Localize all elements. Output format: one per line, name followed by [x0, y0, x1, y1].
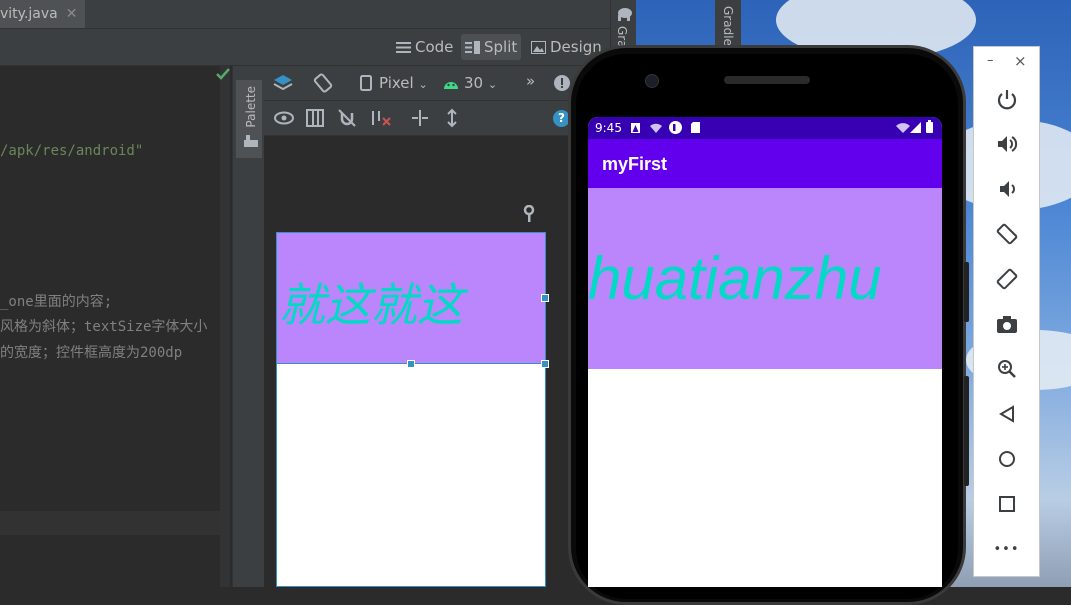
split-icon: [465, 40, 480, 54]
battery-icon: [926, 120, 933, 133]
close-tab-icon[interactable]: ✕: [66, 6, 78, 22]
rotate-left-icon: [996, 223, 1017, 245]
screenshot-button[interactable]: [974, 306, 1039, 342]
orientation-icon[interactable]: [312, 72, 334, 94]
status-time: 9:45: [595, 121, 622, 135]
power-button[interactable]: [974, 81, 1039, 117]
chevron-down-icon: ⌄: [418, 78, 428, 91]
android-icon: [444, 82, 458, 89]
api-level-selector[interactable]: 30 ⌄: [464, 74, 497, 92]
device-label: Pixel: [379, 74, 414, 92]
more-button[interactable]: •••: [974, 531, 1039, 567]
code-line: 的宽度；控件框高度为200dp: [0, 345, 183, 361]
volume-up-icon: [997, 136, 1017, 152]
app-action-bar: myFirst: [588, 139, 942, 188]
checkmark-icon: [216, 68, 230, 80]
volume-up-button[interactable]: [974, 126, 1039, 162]
power-icon: [997, 90, 1016, 110]
play-protect-icon: [669, 121, 682, 134]
status-bar: 9:45: [588, 117, 942, 139]
back-icon: [998, 405, 1014, 423]
api-level-label: 30: [464, 74, 484, 92]
rotate-left-button[interactable]: [974, 216, 1039, 252]
design-toolbar-secondary: ?: [264, 101, 610, 136]
blueprint-icon[interactable]: [306, 109, 324, 127]
notification-a-icon: [631, 123, 640, 133]
gradle-tab-label: Gradle: [721, 6, 735, 46]
caret-line-highlight: [0, 511, 230, 535]
emulator-control-panel: – × •••: [973, 46, 1040, 577]
back-button[interactable]: [974, 396, 1039, 432]
code-line: _one里面的内容;: [0, 294, 113, 310]
warning-icon[interactable]: [553, 74, 571, 92]
resize-handle-corner[interactable]: [541, 360, 549, 368]
device-selector[interactable]: Pixel ⌄: [379, 74, 428, 92]
code-lines-icon: [396, 41, 411, 53]
overview-button[interactable]: [974, 486, 1039, 522]
editor-scrollbar[interactable]: [220, 66, 230, 587]
view-mode-bar: Code Split Design: [0, 29, 610, 66]
home-icon: [998, 451, 1015, 467]
sd-card-icon: [691, 122, 700, 133]
app-textview: huatianzhu: [588, 188, 942, 369]
code-line: /apk/res/android": [0, 143, 144, 159]
overflow-chevron[interactable]: »: [526, 72, 535, 90]
chevron-down-icon: ⌄: [487, 78, 498, 91]
gradle-tab[interactable]: Gradle: [715, 0, 741, 48]
front-camera: [645, 74, 659, 88]
file-tab[interactable]: vity.java ✕: [0, 0, 86, 28]
clear-constraints-icon[interactable]: [370, 109, 392, 127]
camera-icon: [996, 316, 1017, 333]
zoom-button[interactable]: [974, 351, 1039, 387]
image-icon: [531, 40, 546, 54]
code-view-button[interactable]: Code: [392, 34, 457, 60]
rotate-right-icon: [996, 268, 1017, 290]
wrench-icon[interactable]: [522, 205, 536, 223]
app-text: huatianzhu: [588, 245, 882, 312]
expand-vertical-icon[interactable]: [444, 108, 460, 128]
home-button[interactable]: [974, 441, 1039, 477]
wifi-icon: [896, 123, 910, 133]
minimize-button[interactable]: –: [987, 53, 994, 68]
volume-down-button[interactable]: [974, 171, 1039, 207]
resize-handle-right[interactable]: [541, 294, 549, 302]
split-view-button[interactable]: Split: [461, 34, 522, 60]
volume-down-icon: [999, 181, 1015, 197]
preview-textview[interactable]: 就这就这: [276, 232, 546, 364]
split-view-label: Split: [484, 38, 518, 56]
layers-icon[interactable]: [272, 73, 294, 95]
close-button[interactable]: ×: [1014, 52, 1027, 70]
pack-horizontal-icon[interactable]: [410, 109, 430, 127]
file-tab-label: vity.java: [0, 6, 58, 22]
code-editor[interactable]: /apk/res/android" _one里面的内容; 风格为斜体；textS…: [0, 66, 230, 587]
editor-tab-strip: [0, 0, 610, 29]
phone-side-button[interactable]: [964, 262, 969, 322]
palette-icon: [244, 135, 258, 147]
magnet-off-icon[interactable]: [338, 109, 356, 127]
zoom-icon: [997, 360, 1016, 378]
design-toolbar: Pixel ⌄ 30 ⌄ »: [264, 66, 610, 101]
phone-volume-button[interactable]: [964, 376, 969, 486]
resize-handle-bottom[interactable]: [407, 360, 415, 368]
more-icon: •••: [993, 541, 1020, 557]
code-line: 风格为斜体；textSize字体大小: [0, 319, 208, 335]
device-icon: [360, 75, 372, 91]
signal-icon: [910, 122, 921, 133]
phone-screen[interactable]: 9:45 myFirst huatianzhu: [588, 117, 942, 587]
rotate-right-button[interactable]: [974, 261, 1039, 297]
preview-text: 就这就这: [279, 278, 463, 332]
palette-label: Palette: [244, 86, 258, 128]
code-view-label: Code: [415, 38, 454, 56]
overview-icon: [998, 496, 1015, 512]
elephant-icon: [618, 8, 632, 21]
eye-icon[interactable]: [274, 111, 294, 125]
wifi-off-icon: [650, 123, 662, 133]
app-title: myFirst: [602, 154, 668, 174]
earpiece-speaker: [724, 76, 810, 84]
